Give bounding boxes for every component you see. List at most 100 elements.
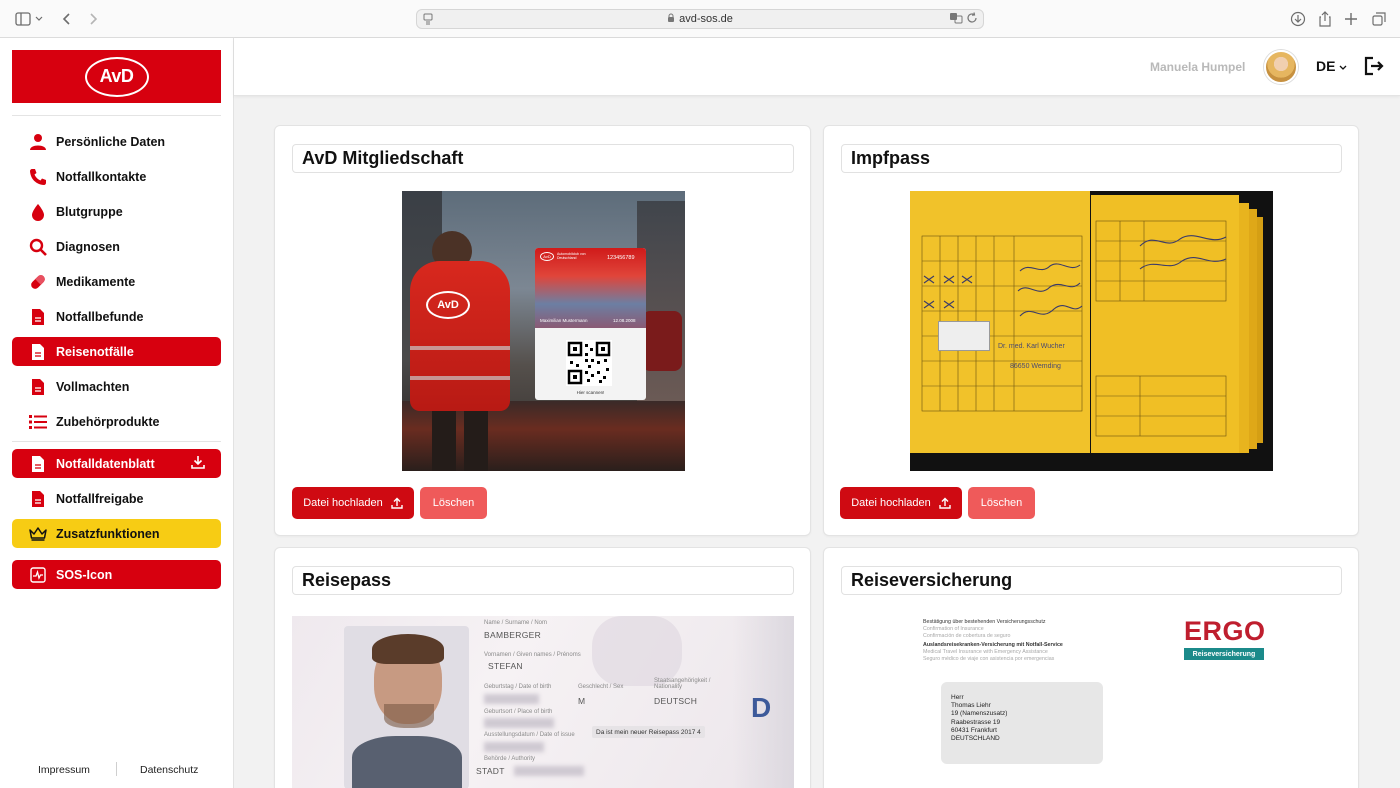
sidebar: AvD Persönliche Daten Notfallkontakte Bl…: [0, 38, 234, 788]
passport-birth-label: Geburtstag / Date of birth: [484, 684, 552, 690]
logo-emblem: AvD: [84, 56, 149, 97]
impressum-link[interactable]: Impressum: [38, 764, 90, 776]
passport-given-name: STEFAN: [488, 661, 523, 671]
language-label: DE: [1316, 58, 1336, 74]
sidebar-item-diagnosen[interactable]: Diagnosen: [12, 232, 221, 261]
member-card-scan: Hier scannen!: [576, 390, 605, 395]
sidebar-item-label: Persönliche Daten: [56, 134, 166, 149]
vaccination-photo: Dr. med. Karl Wucher 86650 Wemding: [910, 191, 1273, 471]
sidebar-item-label: Notfallkontakte: [56, 169, 147, 184]
datenschutz-link[interactable]: Datenschutz: [140, 764, 198, 776]
insurance-document: Bestätigung über bestehenden Versicherun…: [910, 612, 1274, 788]
card-insurance: Reiseversicherung Bestätigung über beste…: [823, 547, 1359, 788]
new-tab-icon[interactable]: [1342, 10, 1360, 28]
sidebar-item-label: Zusatzfunktionen: [56, 526, 160, 541]
passport-place-label: Geburtsort / Place of birth: [484, 709, 553, 715]
address-line: Herr: [951, 694, 964, 701]
sidebar-item-notfallfreigabe[interactable]: Notfallfreigabe: [12, 484, 221, 513]
member-card-name: Maximilian Mustermann: [540, 318, 588, 323]
document-icon: [28, 342, 47, 361]
sidebar-item-reisenotfaelle[interactable]: Reisenotfälle: [12, 337, 221, 366]
page-icon: [423, 13, 433, 28]
insurance-line: Confirmation of Insurance: [923, 626, 984, 632]
share-icon[interactable]: [1316, 10, 1334, 28]
sidebar-item-notfallkontakte[interactable]: Notfallkontakte: [12, 162, 221, 191]
jacket-logo: AvD: [426, 291, 470, 319]
avd-logo[interactable]: AvD: [12, 50, 221, 103]
sidebar-item-label: Zubehörprodukte: [56, 414, 160, 429]
back-icon[interactable]: [58, 10, 76, 28]
sidebar-item-label: SOS-Icon: [56, 567, 113, 582]
phone-icon: [28, 167, 47, 186]
delete-button[interactable]: Löschen: [968, 487, 1035, 519]
sidebar-item-notfallbefunde[interactable]: Notfallbefunde: [12, 302, 221, 331]
delete-button[interactable]: Löschen: [420, 487, 487, 519]
insurance-line: Medical Travel Insurance with Emergency …: [923, 649, 1048, 655]
sidebar-item-label: Diagnosen: [56, 239, 120, 254]
passport-tooltip: Da ist mein neuer Reisepass 2017 4: [592, 726, 705, 738]
passport-given-label: Vornamen / Given names / Prénoms: [484, 652, 581, 658]
upload-button[interactable]: Datei hochladen: [840, 487, 962, 519]
sidebar-item-zusatzfunktionen[interactable]: Zusatzfunktionen: [12, 519, 221, 548]
sidebar-item-zubehoerprodukte[interactable]: Zubehörprodukte: [12, 407, 221, 436]
avatar[interactable]: [1264, 50, 1298, 84]
forward-icon[interactable]: [84, 10, 102, 28]
document-icon: [28, 454, 47, 473]
passport-sex: M: [578, 696, 586, 706]
sidebar-item-label: Notfalldatenblatt: [56, 456, 155, 471]
insurance-line: Confirmación de cobertura de seguro: [923, 633, 1011, 639]
chevron-down-icon[interactable]: [34, 10, 44, 28]
sidebar-item-label: Vollmachten: [56, 379, 130, 394]
pulse-icon: [28, 565, 47, 584]
address-line: 60431 Frankfurt: [951, 726, 997, 734]
sidebar-item-label: Medikamente: [56, 274, 136, 289]
passport-redaction: [484, 694, 539, 704]
browser-toolbar: avd-sos.de: [0, 0, 1400, 38]
document-icon: [28, 489, 47, 508]
passport-photo: Name / Surname / Nom BAMBERGER Vornamen …: [292, 616, 794, 788]
sidebar-item-persoenliche-daten[interactable]: Persönliche Daten: [12, 127, 221, 156]
upload-button[interactable]: Datei hochladen: [292, 487, 414, 519]
lock-icon: [667, 13, 675, 26]
document-icon: [28, 377, 47, 396]
insurance-line: Bestätigung über bestehenden Versicherun…: [923, 619, 1046, 625]
tab-overview-icon[interactable]: [1370, 10, 1388, 28]
logout-icon[interactable]: [1364, 56, 1384, 81]
person-icon: [28, 132, 47, 151]
passport-redaction: [514, 766, 584, 776]
user-name[interactable]: Manuela Humpel: [1150, 60, 1245, 74]
membership-photo: AvD AvD Automobilclub von Deutschland 12…: [402, 191, 685, 471]
sidebar-toggle-icon[interactable]: [14, 10, 32, 28]
sidebar-item-notfalldatenblatt[interactable]: Notfalldatenblatt: [12, 449, 221, 478]
download-icon[interactable]: [191, 455, 205, 472]
card-membership: AvD Mitgliedschaft AvD AvD Automobilclub…: [274, 125, 811, 536]
address-bar[interactable]: avd-sos.de: [416, 9, 984, 29]
passport-issue-label: Ausstellungsdatum / Date of issue: [484, 732, 575, 738]
passport-country-letter: D: [751, 692, 772, 723]
card-vaccination: Impfpass Dr. med. Karl Wucher 86650 Wemd…: [823, 125, 1359, 536]
doctor-stamp: Dr. med. Karl Wucher: [998, 343, 1065, 350]
footer-separator: [116, 762, 117, 776]
url-text: avd-sos.de: [679, 13, 733, 25]
header: Manuela Humpel DE: [234, 38, 1400, 96]
sidebar-item-blutgruppe[interactable]: Blutgruppe: [12, 197, 221, 226]
address-block: Herr Thomas Liehr 19 (Namenszusatz) Raab…: [941, 682, 1103, 764]
translate-icon[interactable]: [949, 12, 963, 27]
ergo-subbrand: Reiseversicherung: [1184, 648, 1264, 660]
download-icon[interactable]: [1289, 10, 1307, 28]
address-line: Thomas Liehr: [951, 702, 991, 710]
card-title: AvD Mitgliedschaft: [292, 144, 794, 173]
sidebar-item-sos-icon[interactable]: SOS-Icon: [12, 560, 221, 589]
card-title: Reiseversicherung: [841, 566, 1342, 595]
upload-icon: [391, 497, 403, 509]
passport-surname: BAMBERGER: [484, 630, 542, 640]
sidebar-item-vollmachten[interactable]: Vollmachten: [12, 372, 221, 401]
reload-icon[interactable]: [966, 12, 978, 27]
language-selector[interactable]: DE: [1316, 58, 1347, 74]
sidebar-divider: [12, 441, 221, 442]
document-icon: [28, 307, 47, 326]
sidebar-item-medikamente[interactable]: Medikamente: [12, 267, 221, 296]
member-card: AvD Automobilclub von Deutschland 123456…: [535, 248, 646, 400]
member-card-club: Automobilclub von Deutschland: [557, 252, 586, 260]
ergo-logo: ERGO: [1184, 616, 1266, 646]
